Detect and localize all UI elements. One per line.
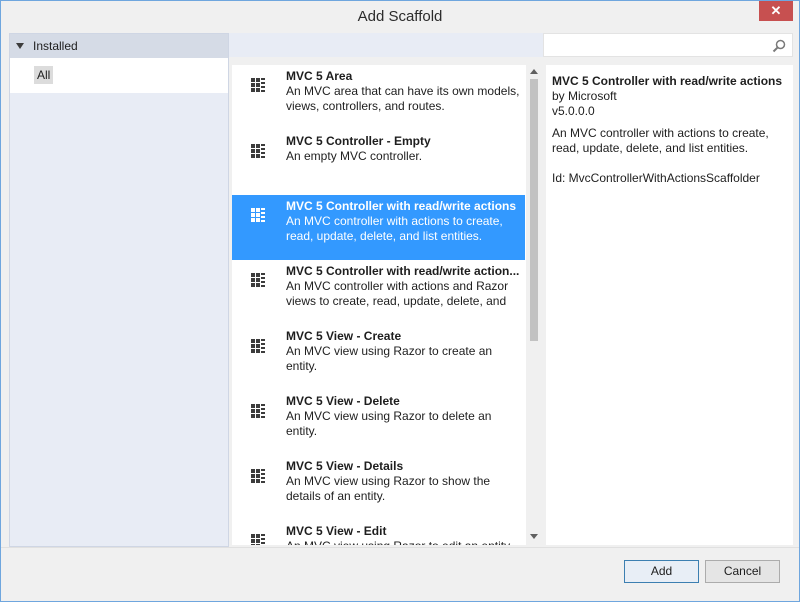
add-scaffold-dialog: Add Scaffold ✕ Installed All MVC 5 Area A… [0, 0, 800, 602]
list-item-title: MVC 5 Controller with read/write action.… [286, 264, 520, 278]
detail-id: Id: MvcControllerWithActionsScaffolder [552, 171, 760, 185]
detail-description: An MVC controller with actions to create… [552, 126, 769, 155]
list-item-title: MVC 5 Controller - Empty [286, 134, 431, 148]
title-bar[interactable]: Add Scaffold ✕ [1, 1, 799, 32]
scaffold-template-icon [251, 273, 265, 287]
scroll-down-icon[interactable] [530, 534, 538, 539]
category-tree: Installed All [9, 33, 229, 547]
tree-node-installed-label: Installed [33, 39, 78, 53]
add-button[interactable]: Add [624, 560, 699, 583]
scroll-up-icon[interactable] [530, 69, 538, 74]
detail-version: v5.0.0.0 [552, 104, 595, 118]
list-item[interactable]: MVC 5 View - Delete An MVC view using Raz… [232, 390, 525, 455]
list-item[interactable]: MVC 5 Controller with read/write actions… [232, 195, 525, 260]
list-item[interactable]: MVC 5 Controller - Empty An empty MVC con… [232, 130, 525, 195]
list-item[interactable]: MVC 5 View - EditAn MVC view using Razor… [232, 520, 525, 545]
scaffold-template-icon [251, 78, 265, 92]
list-item-description: An MVC controller with actions to create… [286, 214, 503, 243]
list-item-description: An MVC view using Razor to create an ent… [286, 344, 493, 373]
detail-author: by Microsoft [552, 89, 617, 103]
list-item[interactable]: MVC 5 Controller with read/write action.… [232, 260, 525, 325]
cancel-button[interactable]: Cancel [705, 560, 780, 583]
scaffold-template-icon [251, 469, 265, 483]
close-button[interactable]: ✕ [759, 1, 793, 21]
dialog-footer: Add Cancel [1, 547, 799, 601]
list-item[interactable]: MVC 5 View - Details An MVC view using Ra… [232, 455, 525, 520]
tree-children: All [10, 58, 228, 93]
toolbar-strip [229, 33, 543, 57]
scaffold-template-icon [251, 404, 265, 418]
list-item[interactable]: MVC 5 View - Create An MVC view using Raz… [232, 325, 525, 390]
search-input[interactable] [543, 33, 793, 57]
scaffold-template-icon [251, 208, 265, 222]
list-item-description: An MVC view using Razor to edit an entit… [286, 539, 524, 545]
list-item[interactable]: MVC 5 Area An MVC area that can have its … [232, 65, 525, 130]
list-item-title: MVC 5 View - Details [286, 459, 404, 473]
list-item-description: An empty MVC controller. [286, 149, 423, 163]
scaffold-template-icon [251, 534, 265, 545]
window-title: Add Scaffold [357, 8, 443, 25]
scaffold-list[interactable]: MVC 5 Area An MVC area that can have its … [232, 65, 542, 545]
list-item-title: MVC 5 Controller with read/write actions [286, 199, 517, 213]
scroll-thumb[interactable] [530, 79, 538, 341]
tree-node-all[interactable]: All [34, 66, 54, 84]
list-item-description: An MVC controller with actions and Razor… [286, 279, 509, 308]
list-item-title: MVC 5 View - Create [286, 329, 402, 343]
list-item-title: MVC 5 View - Delete [286, 394, 400, 408]
list-scrollbar[interactable] [526, 65, 542, 545]
detail-pane: MVC 5 Controller with read/write actions… [546, 65, 793, 545]
scaffold-template-icon [251, 144, 265, 158]
expand-triangle-icon[interactable] [16, 43, 24, 49]
list-item-title: MVC 5 Area [286, 69, 353, 83]
search-icon[interactable] [772, 39, 786, 53]
list-item-title: MVC 5 View - Edit [286, 524, 387, 538]
list-item-description: An MVC view using Razor to delete an ent… [286, 409, 492, 438]
scaffold-template-icon [251, 339, 265, 353]
list-item-description: An MVC area that can have its own models… [286, 84, 520, 113]
tree-node-installed[interactable]: Installed [10, 34, 228, 58]
list-item-description: An MVC view using Razor to show the deta… [286, 474, 491, 503]
detail-title: MVC 5 Controller with read/write actions [552, 74, 783, 88]
